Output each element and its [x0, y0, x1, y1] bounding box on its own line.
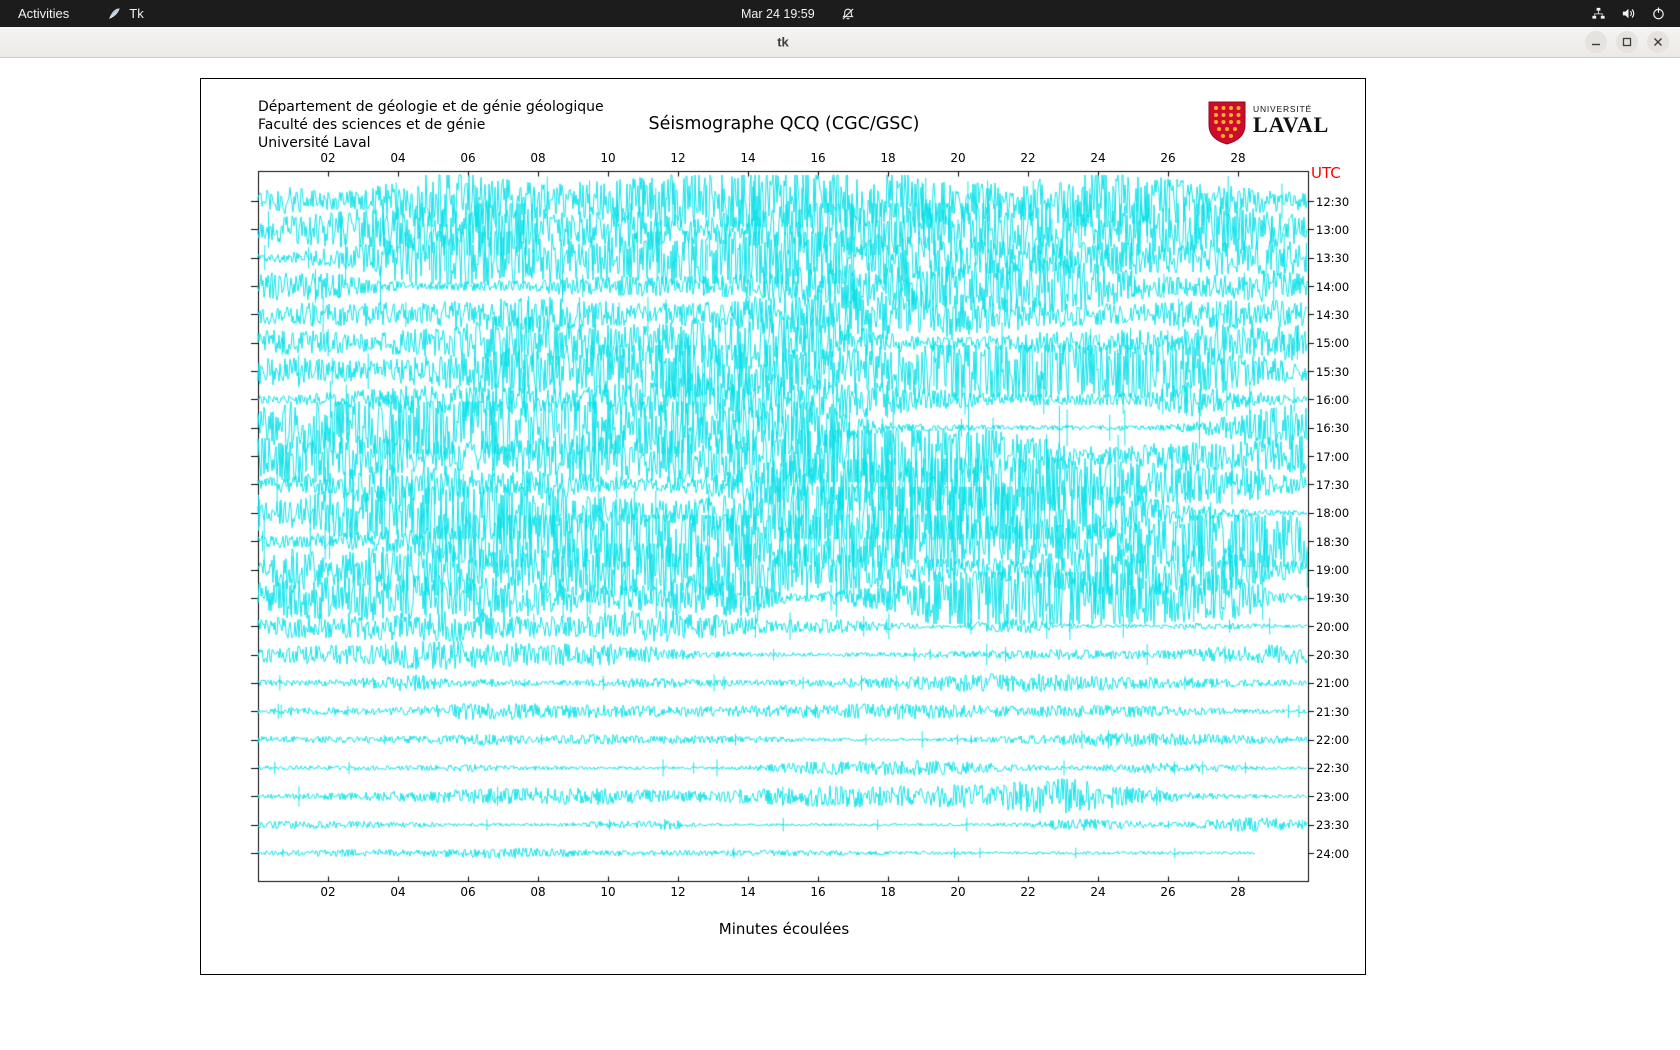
time-label: 17:30 [1316, 478, 1349, 492]
time-label: 12:30 [1316, 195, 1349, 209]
app-indicator[interactable]: Tk [107, 6, 143, 21]
time-label: 22:00 [1316, 733, 1349, 747]
time-label: 19:00 [1316, 563, 1349, 577]
x-axis-title: Minutes écoulées [719, 920, 849, 938]
tk-app-icon [107, 6, 122, 21]
figure-title: Séismographe QCQ (CGC/GSC) [649, 114, 920, 134]
x-tick-label: 28 [1230, 885, 1245, 899]
time-label: 15:00 [1316, 336, 1349, 350]
x-tick-label: 10 [600, 151, 615, 165]
laval-shield-icon [1208, 101, 1246, 150]
x-tick-label: 14 [740, 151, 755, 165]
x-tick-label: 24 [1090, 151, 1105, 165]
time-label: 13:30 [1316, 251, 1349, 265]
power-icon [1651, 6, 1666, 21]
x-tick-label: 12 [670, 151, 685, 165]
time-label: 16:00 [1316, 393, 1349, 407]
time-label: 21:00 [1316, 676, 1349, 690]
network-icon [1591, 6, 1606, 21]
x-tick-label: 20 [950, 151, 965, 165]
time-label: 23:00 [1316, 790, 1349, 804]
x-tick-label: 28 [1230, 151, 1245, 165]
clock-label: Mar 24 19:59 [741, 7, 815, 21]
x-tick-label: 14 [740, 885, 755, 899]
time-label: 15:30 [1316, 365, 1349, 379]
x-tick-label: 02 [320, 151, 335, 165]
close-button[interactable] [1647, 31, 1669, 53]
laval-logo: UNIVERSITÉ LAVAL [1208, 101, 1329, 150]
x-tick-label: 02 [320, 885, 335, 899]
institution-block: Département de géologie et de génie géol… [258, 98, 604, 152]
x-tick-label: 10 [600, 885, 615, 899]
minimize-button[interactable] [1585, 31, 1607, 53]
x-tick-label: 12 [670, 885, 685, 899]
institution-line: Faculté des sciences et de génie [258, 116, 604, 134]
x-tick-label: 22 [1020, 151, 1035, 165]
x-tick-label: 20 [950, 885, 965, 899]
utc-label: UTC [1311, 164, 1341, 182]
volume-icon [1621, 6, 1636, 21]
seismograph-window: Département de géologie et de génie géol… [200, 78, 1366, 975]
app-indicator-label: Tk [129, 6, 143, 21]
logo-wordmark-bottom: LAVAL [1253, 114, 1329, 136]
time-label: 14:00 [1316, 280, 1349, 294]
time-label: 16:30 [1316, 421, 1349, 435]
x-tick-label: 16 [810, 151, 825, 165]
window-titlebar: tk [0, 27, 1680, 58]
time-label: 23:30 [1316, 818, 1349, 832]
time-label: 22:30 [1316, 761, 1349, 775]
time-label: 18:30 [1316, 535, 1349, 549]
app-background: Département de géologie et de génie géol… [0, 58, 1680, 1050]
x-tick-label: 26 [1160, 151, 1175, 165]
window-title: tk [777, 35, 789, 50]
time-label: 24:00 [1316, 847, 1349, 861]
x-tick-label: 04 [390, 151, 405, 165]
system-status-area[interactable] [1591, 0, 1666, 27]
time-label: 18:00 [1316, 506, 1349, 520]
x-tick-label: 06 [460, 885, 475, 899]
activities-button[interactable]: Activities [14, 6, 73, 21]
institution-line: Département de géologie et de génie géol… [258, 98, 604, 116]
x-tick-label: 22 [1020, 885, 1035, 899]
institution-line: Université Laval [258, 134, 604, 152]
clock-menu[interactable]: Mar 24 19:59 [741, 0, 855, 27]
x-tick-label: 16 [810, 885, 825, 899]
x-tick-label: 08 [530, 151, 545, 165]
time-label: 14:30 [1316, 308, 1349, 322]
x-tick-label: 18 [880, 151, 895, 165]
x-tick-label: 06 [460, 151, 475, 165]
maximize-button[interactable] [1616, 31, 1638, 53]
time-label: 13:00 [1316, 223, 1349, 237]
seismogram-canvas [201, 79, 1365, 974]
time-label: 20:00 [1316, 620, 1349, 634]
x-tick-label: 18 [880, 885, 895, 899]
top-bar: Activities Tk Mar 24 19:59 [0, 0, 1680, 27]
notifications-muted-icon [841, 7, 855, 21]
time-label: 20:30 [1316, 648, 1349, 662]
time-label: 19:30 [1316, 591, 1349, 605]
x-tick-label: 24 [1090, 885, 1105, 899]
x-tick-label: 04 [390, 885, 405, 899]
x-tick-label: 08 [530, 885, 545, 899]
time-label: 21:30 [1316, 705, 1349, 719]
x-tick-label: 26 [1160, 885, 1175, 899]
time-label: 17:00 [1316, 450, 1349, 464]
